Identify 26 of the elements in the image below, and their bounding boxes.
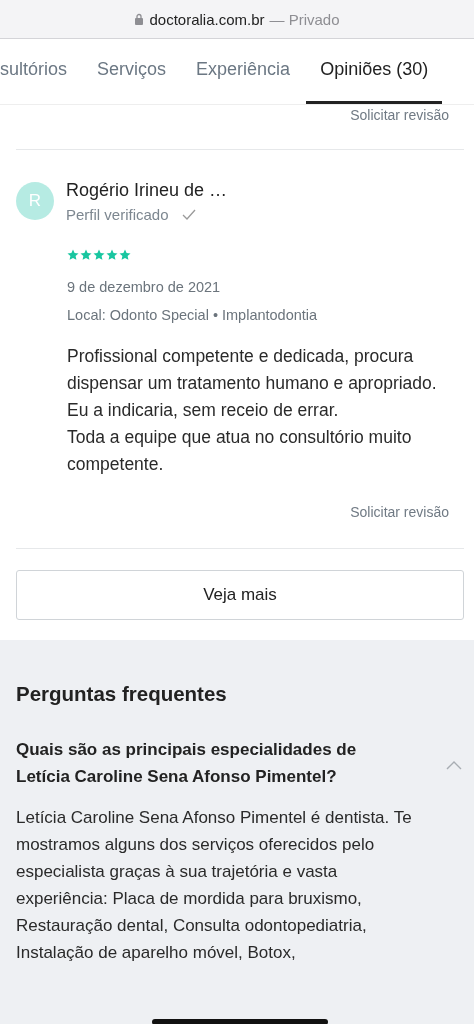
see-more-button[interactable]: Veja mais xyxy=(16,570,464,620)
star-icon xyxy=(119,249,131,261)
request-review-link[interactable]: Solicitar revisão xyxy=(16,105,464,123)
star-icon xyxy=(80,249,92,261)
lock-icon xyxy=(134,13,145,25)
reviewer-name: Rogério Irineu de … xyxy=(66,180,228,201)
avatar: R xyxy=(16,182,54,220)
review-text: Profissional competente e dedicada, procura dispensar um tratamento humano e apropriado. Eu a indicaria, sem receio de errar. Toda a equipe que atua no consultório muito competente. xyxy=(67,345,438,476)
tab[interactable]: sultórios xyxy=(0,39,68,101)
verified-label: Perfil verificado xyxy=(66,206,169,223)
review-location: Local: Odonto Special • Implantodontia xyxy=(67,307,319,323)
private-label: — Privado xyxy=(269,10,340,28)
faq-answer: Letícia Caroline Sena Afonso Pimentel é dentista. Te mostramos alguns dos serviços oferecidos pelo especialista graças à sua trajetória e vasta experiência: Placa de mordida para bruxismo, Restauração dental, Consulta odontopediatria, Instalação de aparelho móvel, Botox, xyxy=(16,807,413,964)
star-icon xyxy=(106,249,118,261)
check-icon xyxy=(181,209,196,220)
request-review-link[interactable]: Solicitar revisão xyxy=(16,502,464,520)
tab[interactable]: Serviços xyxy=(97,39,167,101)
faq-question[interactable]: Quais são as principais especialidades de Letícia Caroline Sena Afonso Pimentel? xyxy=(16,736,396,790)
address-bar[interactable]: doctoralia.com.br — Privado xyxy=(0,0,474,39)
section-title: Perguntas frequentes xyxy=(16,682,228,706)
tab[interactable]: Experiência xyxy=(196,39,291,101)
star-icon xyxy=(93,249,105,261)
review-date: 9 de dezembro de 2021 xyxy=(67,279,222,295)
domain-text: doctoralia.com.br xyxy=(149,10,265,28)
home-indicator[interactable] xyxy=(152,1019,328,1024)
star-icon xyxy=(67,249,79,261)
